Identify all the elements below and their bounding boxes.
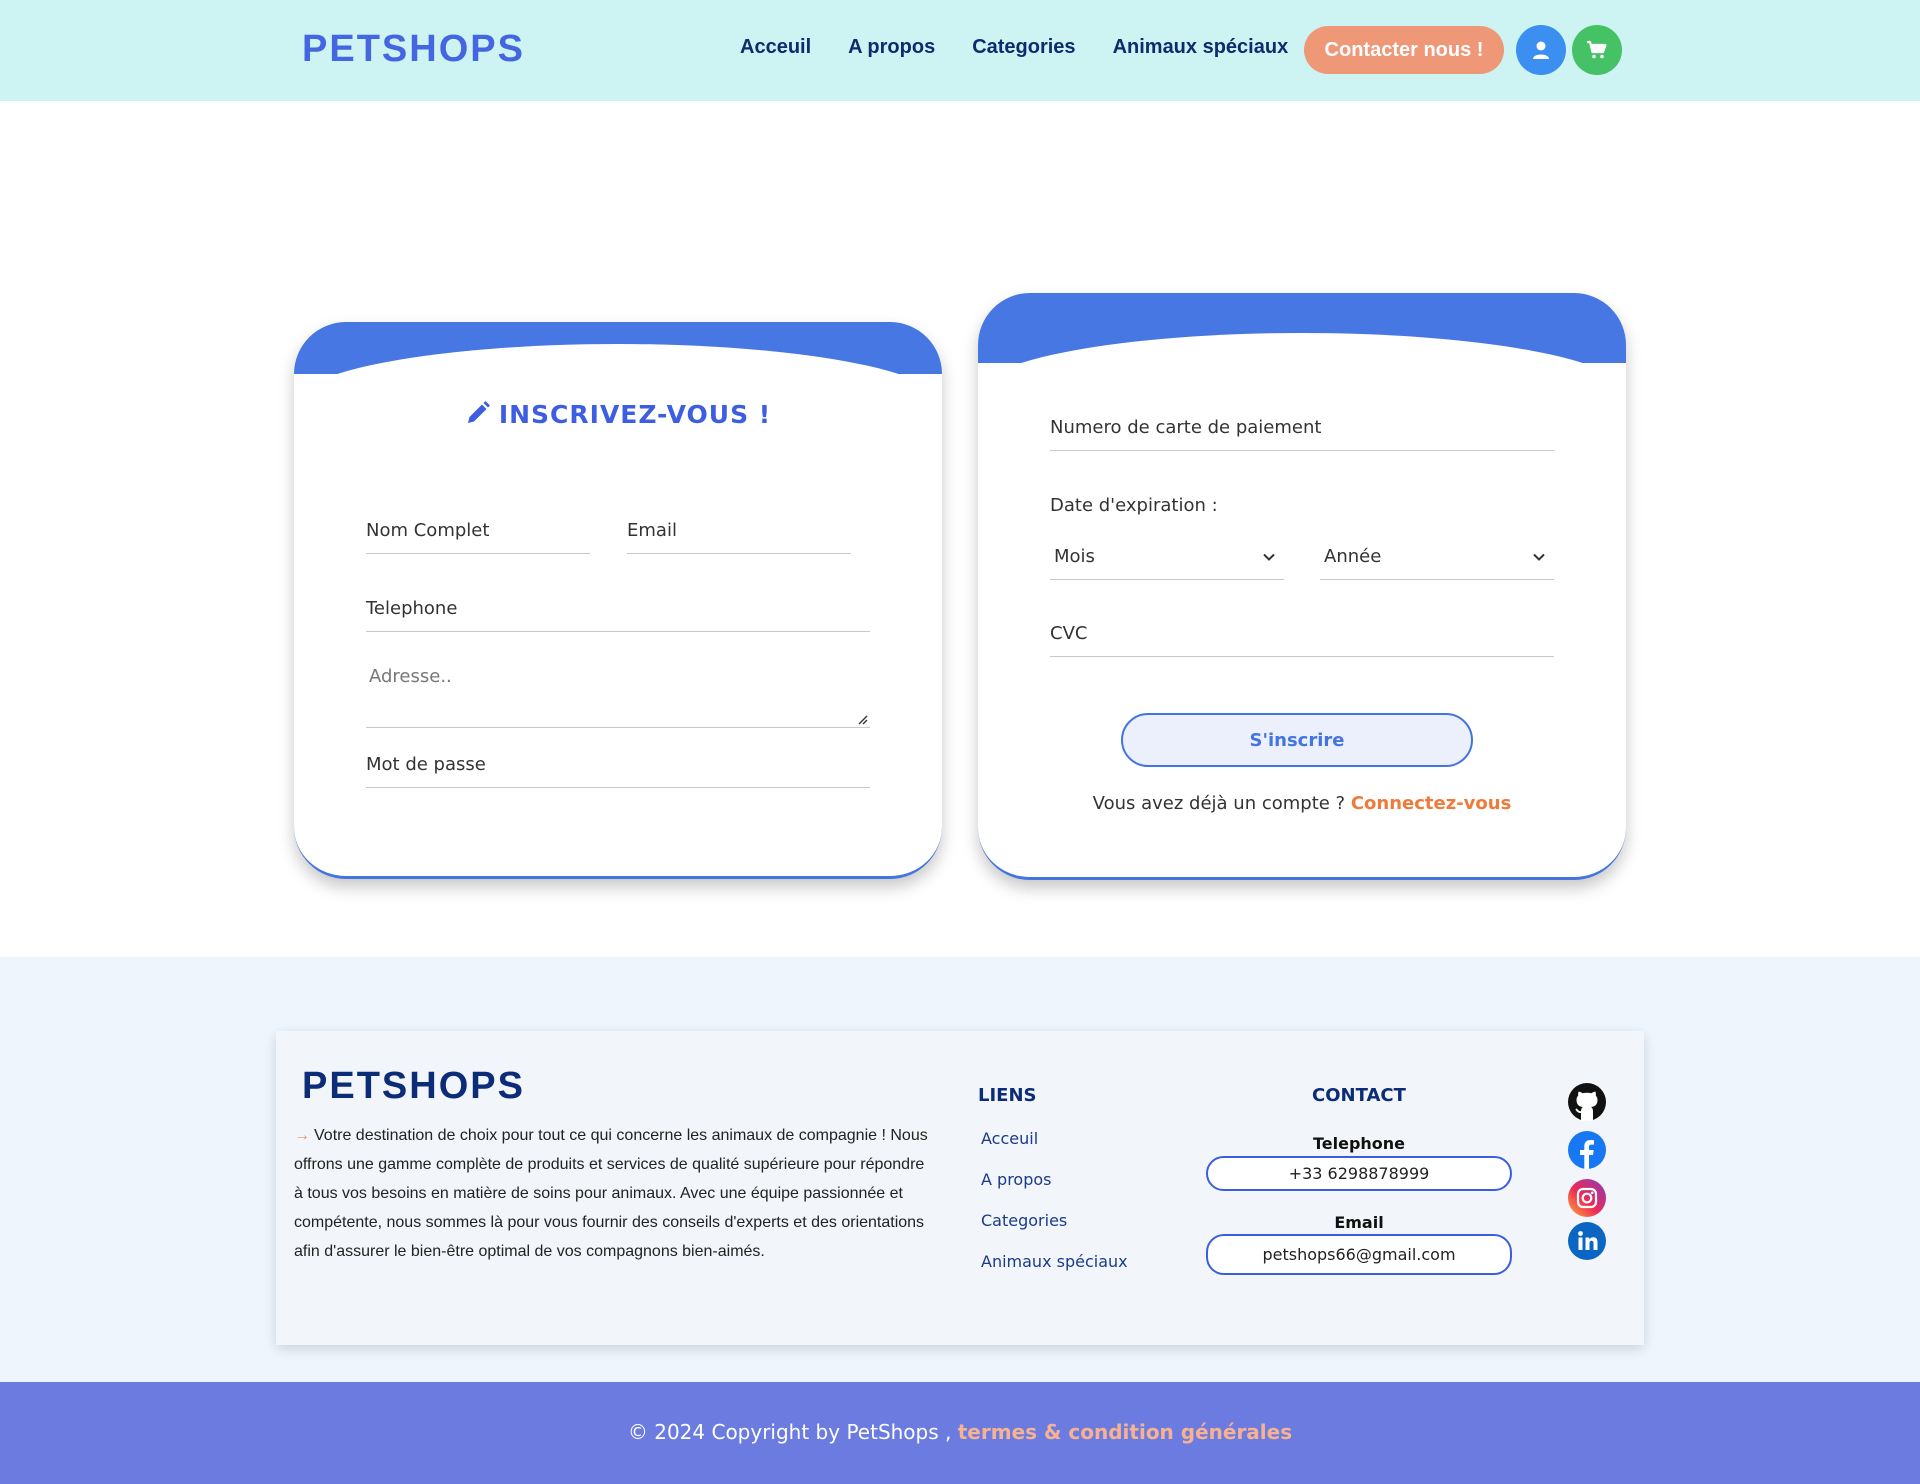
arrow-right-icon: →: [294, 1127, 310, 1144]
footer-link-animaux-speciaux[interactable]: Animaux spéciaux: [981, 1252, 1128, 1271]
footer-phone-label: Telephone: [1312, 1134, 1406, 1153]
contact-button[interactable]: Contacter nous !: [1304, 26, 1504, 74]
card-number-placeholder: Numero de carte de paiement: [1050, 417, 1322, 438]
signup-title: INSCRIVEZ-VOUS !: [294, 400, 942, 429]
footer-description: → Votre destination de choix pour tout ce…: [294, 1121, 934, 1266]
nav-link-categories[interactable]: Categories: [972, 36, 1075, 59]
phone-field[interactable]: Telephone: [366, 598, 870, 632]
github-icon[interactable]: [1568, 1083, 1606, 1121]
copyright-text: © 2024 Copyright by PetShops ,: [627, 1420, 952, 1444]
chevron-down-icon: [1263, 553, 1275, 561]
cvc-placeholder: CVC: [1050, 623, 1088, 644]
login-link[interactable]: Connectez-vous: [1351, 793, 1511, 814]
cart-icon: [1587, 40, 1607, 59]
footer-contact-heading: CONTACT: [1312, 1085, 1406, 1106]
address-textarea[interactable]: Adresse..: [366, 666, 870, 728]
phone-placeholder: Telephone: [366, 598, 458, 619]
login-prompt-text: Vous avez déjà un compte ?: [1092, 793, 1346, 814]
signup-card: INSCRIVEZ-VOUS ! Nom Complet Email Telep…: [294, 322, 942, 879]
instagram-icon[interactable]: [1568, 1179, 1606, 1217]
chevron-down-icon: [1533, 553, 1545, 561]
footer-link-acceuil[interactable]: Acceuil: [981, 1129, 1038, 1148]
footer-description-text: Votre destination de choix pour tout ce …: [294, 1127, 928, 1260]
expiry-label: Date d'expiration :: [1050, 495, 1218, 516]
login-prompt: Vous avez déjà un compte ? Connectez-vou…: [978, 793, 1626, 814]
month-select-value: Mois: [1054, 546, 1095, 567]
year-select-value: Année: [1324, 546, 1382, 567]
facebook-icon[interactable]: [1568, 1131, 1606, 1169]
nav-link-animaux-speciaux[interactable]: Animaux spéciaux: [1113, 36, 1289, 59]
copyright-bar: © 2024 Copyright by PetShops , termes & …: [0, 1382, 1920, 1484]
footer-email-value: petshops66@gmail.com: [1206, 1234, 1512, 1275]
month-select[interactable]: Mois: [1050, 546, 1284, 580]
footer-box: PETSHOPS → Votre destination de choix pou…: [276, 1031, 1644, 1345]
address-placeholder: Adresse..: [369, 666, 452, 687]
copyright: © 2024 Copyright by PetShops , termes & …: [0, 1420, 1920, 1444]
footer-link-categories[interactable]: Categories: [981, 1211, 1067, 1230]
nav-link-acceuil[interactable]: Acceuil: [740, 36, 811, 59]
account-button[interactable]: [1516, 25, 1566, 75]
cart-button[interactable]: [1572, 25, 1622, 75]
footer-phone-value: +33 6298878999: [1206, 1156, 1512, 1191]
resize-handle-icon[interactable]: [856, 713, 868, 725]
nav-links: Acceuil A propos Categories Animaux spéc…: [740, 36, 1288, 59]
footer-brand: PETSHOPS: [302, 1065, 525, 1107]
pencil-icon: [467, 401, 490, 423]
terms-link[interactable]: termes & condition générales: [958, 1420, 1292, 1444]
linkedin-icon[interactable]: [1568, 1222, 1606, 1260]
password-placeholder: Mot de passe: [366, 754, 486, 775]
payment-card: Numero de carte de paiement Date d'expir…: [978, 293, 1626, 880]
brand-logo[interactable]: PETSHOPS: [302, 28, 525, 71]
user-icon: [1533, 41, 1549, 59]
nav-link-a-propos[interactable]: A propos: [848, 36, 935, 59]
signup-submit-button[interactable]: S'inscrire: [1121, 713, 1473, 767]
email-placeholder: Email: [627, 520, 677, 541]
password-field[interactable]: Mot de passe: [366, 754, 870, 788]
email-field[interactable]: Email: [627, 520, 851, 554]
navbar: PETSHOPS Acceuil A propos Categories Ani…: [0, 0, 1920, 101]
card-number-field[interactable]: Numero de carte de paiement: [1050, 417, 1554, 451]
footer-links-heading: LIENS: [978, 1085, 1037, 1106]
footer-link-a-propos[interactable]: A propos: [981, 1170, 1051, 1189]
payment-card-header: [978, 293, 1626, 393]
signup-card-header: [294, 322, 942, 404]
signup-title-text: INSCRIVEZ-VOUS !: [498, 400, 772, 429]
year-select[interactable]: Année: [1320, 546, 1554, 580]
full-name-placeholder: Nom Complet: [366, 520, 490, 541]
footer-email-label: Email: [1334, 1213, 1384, 1232]
full-name-field[interactable]: Nom Complet: [366, 520, 590, 554]
cvc-field[interactable]: CVC: [1050, 623, 1554, 657]
